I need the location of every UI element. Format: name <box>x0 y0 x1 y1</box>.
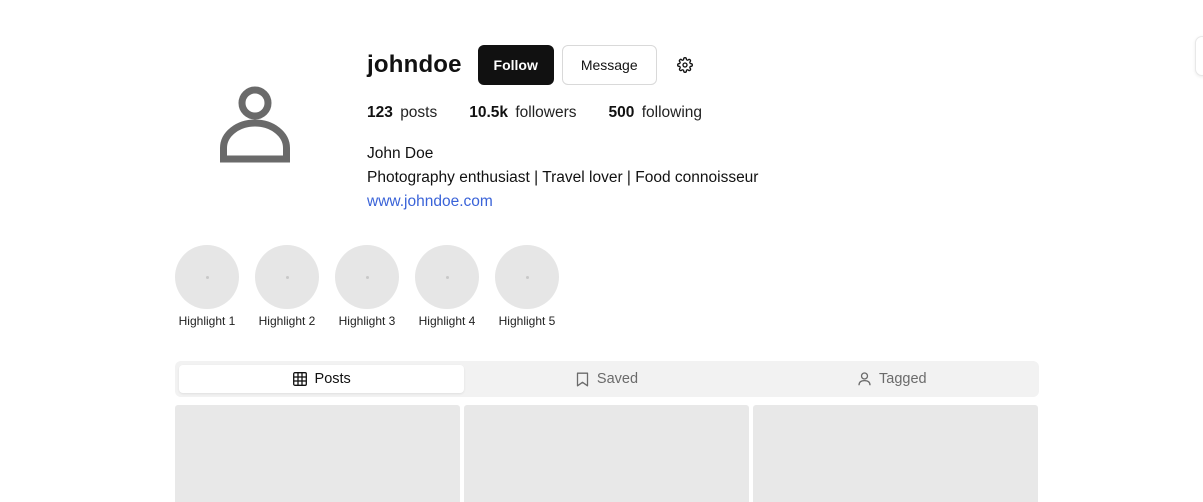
side-panel-handle[interactable] <box>1195 36 1203 76</box>
bio-text: Photography enthusiast | Travel lover | … <box>367 169 759 186</box>
highlight-label: Highlight 2 <box>258 314 316 328</box>
highlight-item[interactable]: Highlight 1 <box>175 245 239 328</box>
tab-tagged[interactable]: Tagged <box>750 365 1035 393</box>
grid-icon <box>292 372 307 386</box>
profile-stats: 123 posts 10.5k followers 500 following <box>367 104 1027 122</box>
highlight-cover <box>175 245 239 309</box>
settings-button[interactable] <box>669 45 701 85</box>
highlight-cover <box>495 245 559 309</box>
post-thumbnail[interactable] <box>464 405 749 502</box>
stat-label: followers <box>515 104 577 121</box>
highlight-label: Highlight 5 <box>498 314 556 328</box>
highlight-cover <box>255 245 319 309</box>
tab-saved[interactable]: Saved <box>464 365 749 393</box>
highlight-item[interactable]: Highlight 3 <box>335 245 399 328</box>
stat-value: 123 <box>367 104 393 121</box>
gear-icon <box>676 57 693 73</box>
posts-grid <box>175 405 1038 502</box>
profile-bio: John Doe Photography enthusiast | Travel… <box>367 142 1027 214</box>
stat-following[interactable]: 500 following <box>609 104 703 122</box>
message-button[interactable]: Message <box>561 45 657 85</box>
profile-header-row: johndoe Follow Message <box>367 45 1027 85</box>
tab-label: Posts <box>314 371 351 387</box>
stat-posts[interactable]: 123 posts <box>367 104 437 122</box>
tab-label: Saved <box>596 371 639 387</box>
highlight-label: Highlight 4 <box>418 314 476 328</box>
story-highlights: Highlight 1 Highlight 2 Highlight 3 High… <box>175 245 575 328</box>
full-name: John Doe <box>367 145 434 162</box>
stat-label: posts <box>400 104 438 121</box>
highlight-item[interactable]: Highlight 5 <box>495 245 559 328</box>
user-icon <box>220 86 290 163</box>
follow-button[interactable]: Follow <box>477 45 554 85</box>
profile-info: johndoe Follow Message 123 posts 10.5k f… <box>367 45 1027 214</box>
tab-label: Tagged <box>879 371 927 387</box>
highlight-item[interactable]: Highlight 4 <box>415 245 479 328</box>
profile-avatar <box>175 45 335 205</box>
highlight-cover <box>335 245 399 309</box>
placeholder-dot <box>365 275 369 279</box>
stat-label: following <box>641 104 703 121</box>
bookmark-icon <box>576 372 589 386</box>
highlight-item[interactable]: Highlight 2 <box>255 245 319 328</box>
placeholder-dot <box>205 275 209 279</box>
stat-followers[interactable]: 10.5k followers <box>469 104 576 122</box>
highlight-label: Highlight 1 <box>178 314 236 328</box>
website-link[interactable]: www.johndoe.com <box>367 190 493 214</box>
highlight-cover <box>415 245 479 309</box>
stat-value: 10.5k <box>469 104 509 121</box>
placeholder-dot <box>285 275 289 279</box>
profile-tabs: Posts Saved Tagged <box>175 361 1039 397</box>
post-thumbnail[interactable] <box>753 405 1038 502</box>
user-icon <box>858 372 871 386</box>
placeholder-dot <box>445 275 449 279</box>
placeholder-dot <box>525 275 529 279</box>
highlight-label: Highlight 3 <box>338 314 396 328</box>
post-thumbnail[interactable] <box>175 405 460 502</box>
stat-value: 500 <box>608 104 635 121</box>
username: johndoe <box>367 51 462 78</box>
tab-posts[interactable]: Posts <box>179 365 465 393</box>
